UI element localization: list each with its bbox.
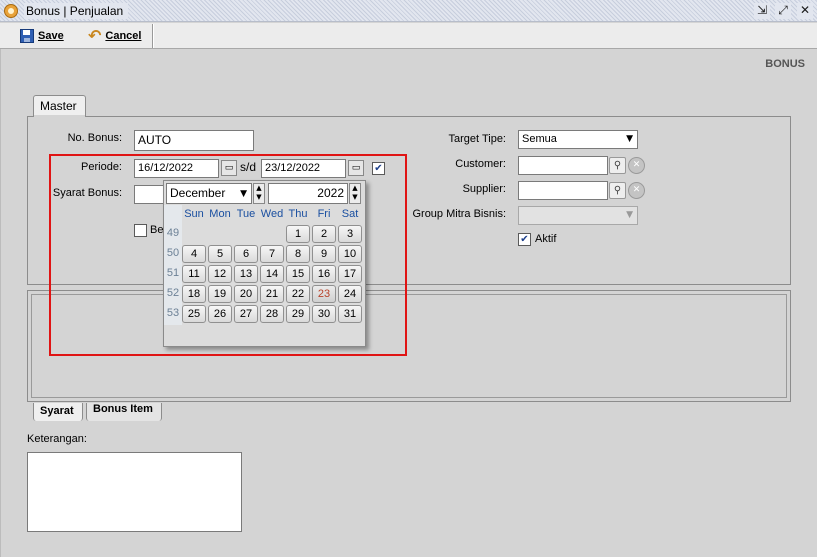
tab-master[interactable]: Master [33, 95, 86, 117]
supplier-label: Supplier: [462, 183, 506, 195]
customer-clear-icon[interactable]: ✕ [628, 157, 645, 174]
keterangan-label: Keterangan: [27, 433, 87, 445]
toolbar-separator [152, 24, 154, 48]
floppy-disk-icon [20, 29, 34, 43]
target-tipe-label: Target Tipe: [448, 133, 506, 145]
target-tipe-select[interactable]: Semua ▼ [518, 130, 638, 149]
no-bonus-field[interactable]: AUTO [134, 130, 254, 151]
tab-bonus-item[interactable]: Bonus Item [86, 403, 162, 421]
title-bar: Bonus | Penjualan ⇲ ⤢ ✕ [0, 0, 817, 22]
tab-syarat[interactable]: Syarat [33, 403, 83, 421]
maximize-icon[interactable]: ⤢ [775, 3, 791, 19]
chevron-down-icon: ▼ [626, 210, 633, 220]
tab-master-joint [34, 115, 85, 118]
close-icon[interactable]: ✕ [797, 3, 813, 19]
aktif-checkbox[interactable]: ✔ [518, 233, 531, 246]
target-tipe-value: Semua [522, 133, 557, 145]
chevron-down-icon: ▼ [626, 134, 633, 144]
supplier-search-icon[interactable]: ⚲ [609, 182, 626, 199]
supplier-field[interactable] [518, 181, 608, 200]
undo-arrow-icon: ↶ [88, 26, 102, 45]
highlight-box [49, 154, 407, 356]
save-button[interactable]: Save [14, 25, 70, 47]
group-mitra-label: Group Mitra Bisnis: [412, 208, 506, 220]
customer-field[interactable] [518, 156, 608, 175]
aktif-label: Aktif [535, 233, 557, 245]
app-icon [4, 4, 18, 18]
cancel-button-label: Cancel [105, 30, 142, 42]
toolbar: Save ↶ Cancel [0, 23, 817, 49]
restore-icon[interactable]: ⇲ [754, 3, 770, 19]
keterangan-textarea[interactable] [27, 452, 242, 532]
customer-search-icon[interactable]: ⚲ [609, 157, 626, 174]
customer-label: Customer: [455, 158, 506, 170]
cancel-button[interactable]: ↶ Cancel [82, 25, 147, 47]
save-button-label: Save [38, 30, 64, 42]
group-mitra-select[interactable]: ▼ [518, 206, 638, 225]
no-bonus-label: No. Bonus: [67, 132, 122, 144]
section-label: BONUS [765, 58, 805, 70]
window-title: Bonus | Penjualan [24, 3, 129, 19]
supplier-clear-icon[interactable]: ✕ [628, 182, 645, 199]
